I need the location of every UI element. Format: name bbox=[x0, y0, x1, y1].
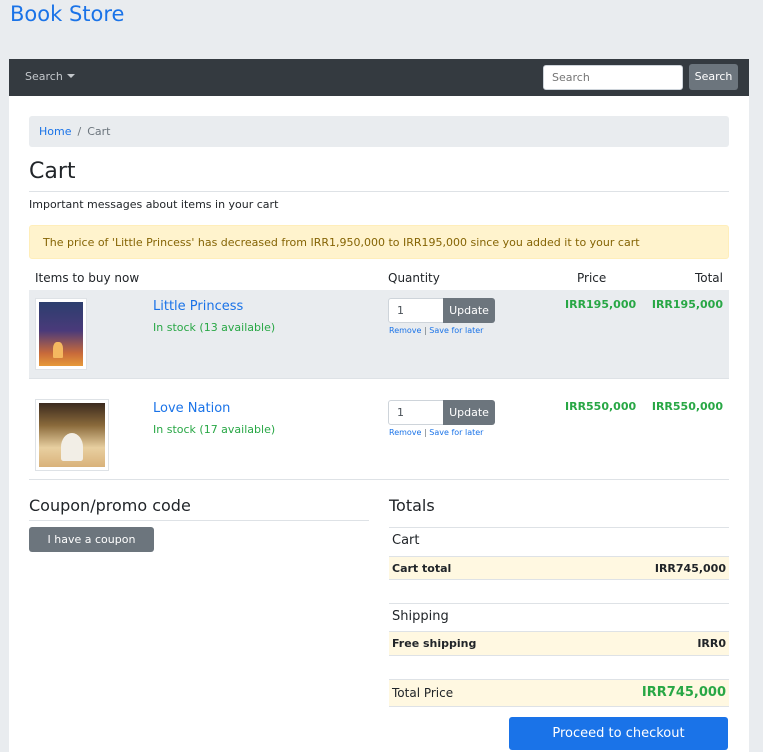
page-title: Cart bbox=[29, 159, 76, 184]
cart-row: Little Princess In stock (13 available) … bbox=[29, 290, 729, 379]
total-price-row: Total Price IRR745,000 bbox=[389, 679, 729, 707]
cart-total-label: Cart total bbox=[392, 562, 452, 575]
cart-total-row: Cart total IRR745,000 bbox=[389, 556, 729, 580]
price-change-alert: The price of 'Little Princess' has decre… bbox=[29, 225, 729, 259]
stock-status: In stock (17 available) bbox=[153, 423, 276, 436]
header-price: Price bbox=[577, 271, 607, 285]
item-total: IRR550,000 bbox=[651, 400, 723, 413]
link-separator: | bbox=[424, 428, 427, 437]
breadcrumb-home-link[interactable]: Home bbox=[39, 125, 71, 138]
save-for-later-link[interactable]: Save for later bbox=[429, 428, 483, 437]
messages-heading: Important messages about items in your c… bbox=[29, 198, 279, 211]
shipping-subheading: Shipping bbox=[389, 603, 729, 631]
chevron-down-icon bbox=[66, 74, 75, 78]
brand-title[interactable]: Book Store bbox=[10, 2, 124, 26]
main-content: Home / Cart Cart Important messages about … bbox=[9, 96, 749, 752]
love-nation-cover bbox=[39, 403, 105, 467]
cart-subheading: Cart bbox=[389, 527, 729, 557]
breadcrumb-current: Cart bbox=[87, 125, 111, 138]
breadcrumb-separator: / bbox=[77, 125, 82, 138]
divider bbox=[29, 191, 729, 192]
item-actions: Remove | Save for later bbox=[389, 326, 483, 335]
remove-link[interactable]: Remove bbox=[389, 428, 421, 437]
breadcrumb: Home / Cart bbox=[29, 116, 729, 147]
item-name-link[interactable]: Little Princess bbox=[153, 299, 243, 314]
item-total: IRR195,000 bbox=[651, 298, 723, 311]
book-cover-image[interactable] bbox=[35, 298, 87, 370]
update-button[interactable]: Update bbox=[443, 298, 495, 323]
update-button[interactable]: Update bbox=[443, 400, 495, 425]
item-price: IRR550,000 bbox=[565, 400, 637, 413]
cart-total-value: IRR745,000 bbox=[654, 562, 726, 575]
search-menu-dropdown[interactable]: Search bbox=[25, 70, 75, 83]
stock-status: In stock (13 available) bbox=[153, 321, 276, 334]
top-navbar: Search Search bbox=[9, 59, 749, 96]
book-cover-image[interactable] bbox=[35, 399, 109, 471]
totals-title: Totals bbox=[389, 496, 435, 515]
cart-row: Love Nation In stock (17 available) 1 Up… bbox=[29, 379, 729, 480]
shipping-value: IRR0 bbox=[697, 637, 726, 650]
search-button[interactable]: Search bbox=[689, 64, 738, 90]
total-price-value: IRR745,000 bbox=[641, 685, 726, 700]
header-total: Total bbox=[694, 271, 723, 285]
header-items: Items to buy now bbox=[35, 271, 140, 285]
quantity-input[interactable]: 1 bbox=[388, 298, 444, 323]
item-price: IRR195,000 bbox=[565, 298, 637, 311]
total-price-label: Total Price bbox=[392, 686, 454, 700]
coupon-title: Coupon/promo code bbox=[29, 496, 191, 515]
quantity-input[interactable]: 1 bbox=[388, 400, 444, 425]
header-quantity: Quantity bbox=[388, 271, 440, 285]
divider bbox=[29, 520, 369, 521]
coupon-button[interactable]: I have a coupon code... bbox=[29, 527, 154, 571]
remove-link[interactable]: Remove bbox=[389, 326, 421, 335]
link-separator: | bbox=[424, 326, 427, 335]
item-actions: Remove | Save for later bbox=[389, 428, 483, 437]
shipping-label: Free shipping bbox=[392, 637, 477, 650]
search-input[interactable] bbox=[543, 65, 683, 90]
little-princess-cover bbox=[39, 302, 83, 366]
shipping-row: Free shipping IRR0 bbox=[389, 631, 729, 656]
save-for-later-link[interactable]: Save for later bbox=[429, 326, 483, 335]
proceed-to-checkout-button[interactable]: Proceed to checkout bbox=[509, 717, 728, 750]
item-name-link[interactable]: Love Nation bbox=[153, 401, 230, 416]
search-menu-label: Search bbox=[25, 70, 63, 83]
